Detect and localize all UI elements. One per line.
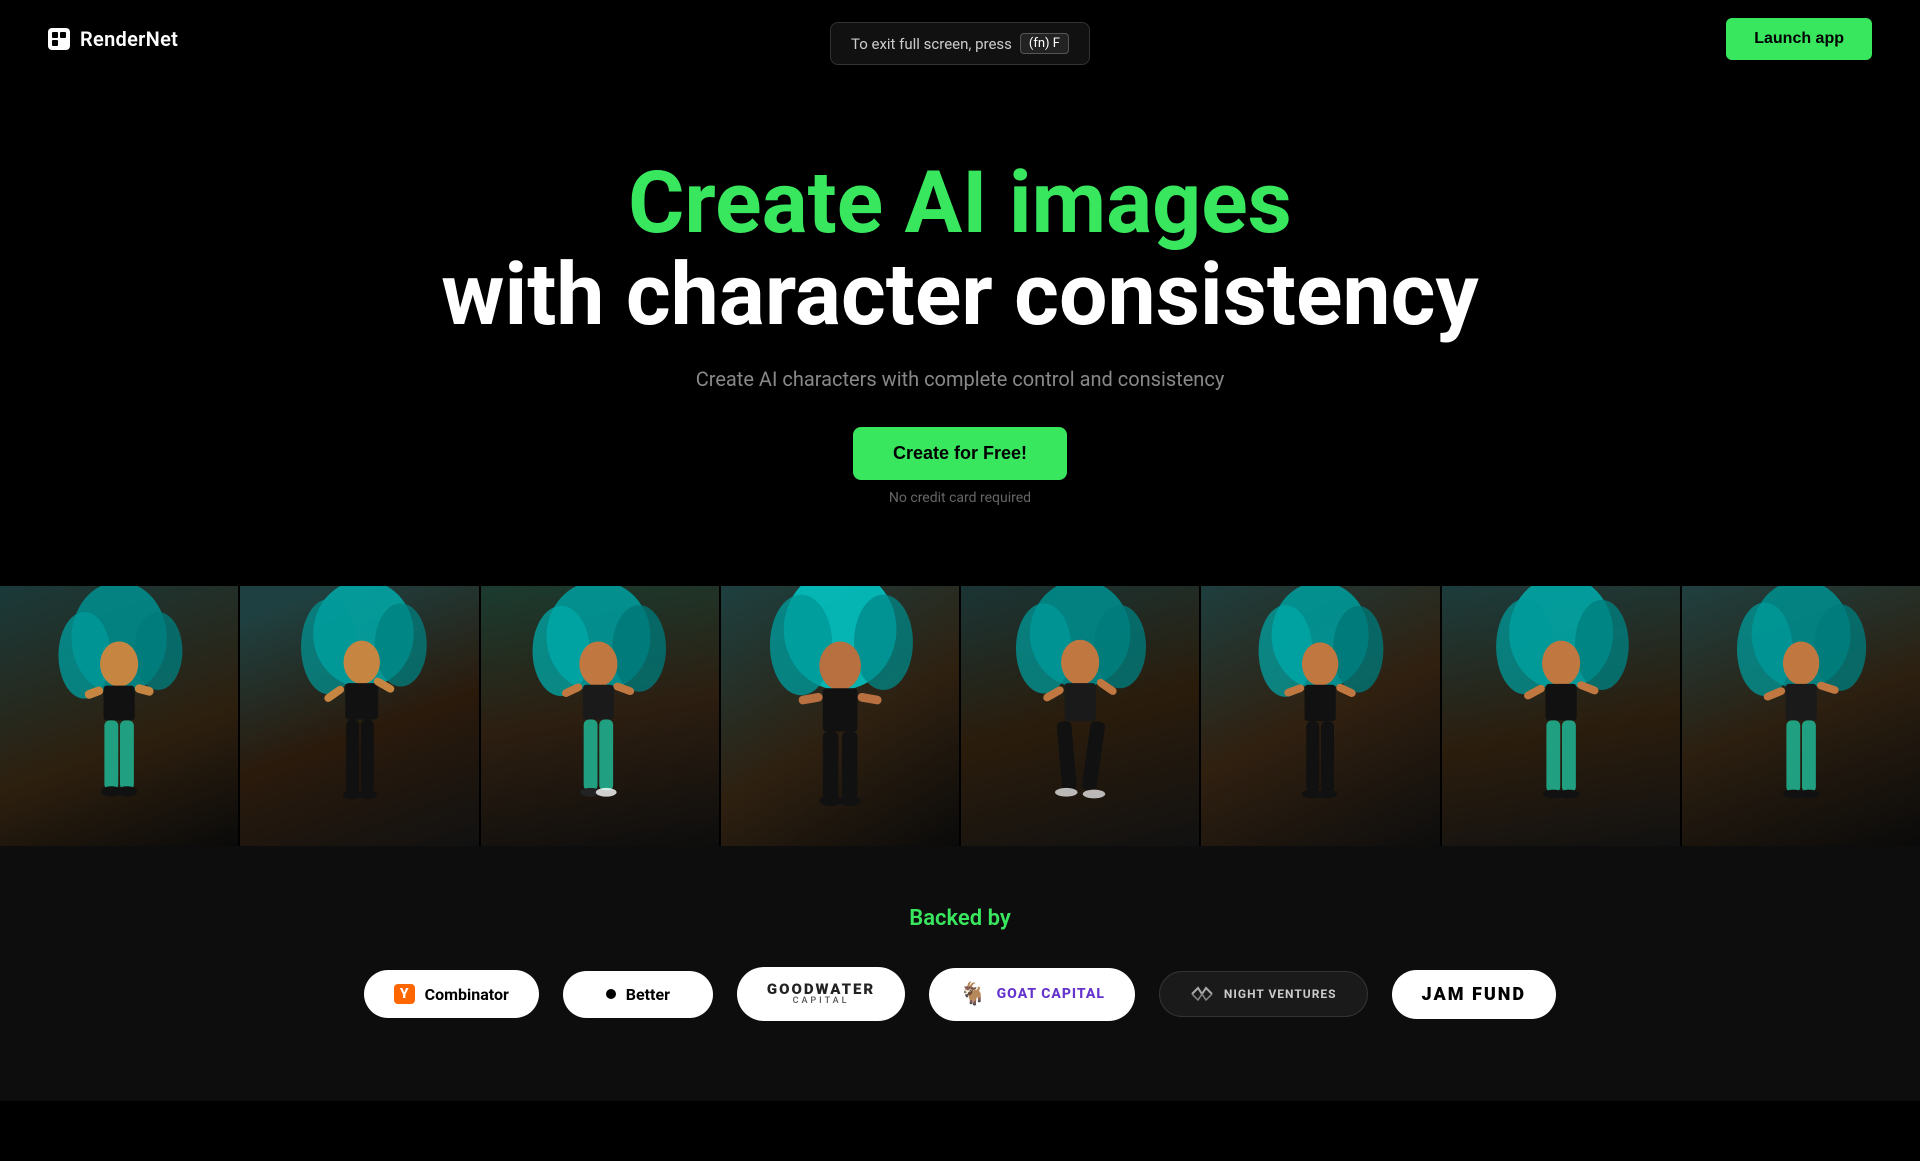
hero-subtitle: Create AI characters with complete contr…	[40, 367, 1880, 391]
dancer-figure-3	[481, 586, 719, 846]
dancer-figure-7	[1442, 586, 1680, 846]
dancer-figure-4	[721, 586, 959, 846]
fullscreen-toast: To exit full screen, press (fn) F	[830, 22, 1090, 65]
backer-goodwater: GOODWATER CAPITAL	[737, 967, 905, 1021]
backed-by-label: Backed by	[40, 906, 1880, 931]
backers-row: Y Combinator Better GOODWATER CAPITAL 🐐 …	[40, 967, 1880, 1021]
strip-image-2	[240, 586, 478, 846]
goat-label: GOAT CAPITAL	[997, 986, 1105, 1002]
toast-text-prefix: To exit full screen, press	[851, 35, 1012, 53]
hero-title-line2: with character consistency	[40, 248, 1880, 343]
hero-title-line1: Create AI images	[40, 158, 1880, 248]
jamfund-label: JAM FUND	[1422, 984, 1527, 1005]
cta-note: No credit card required	[889, 490, 1031, 506]
backer-ycombinator: Y Combinator	[364, 970, 539, 1018]
strip-image-6	[1201, 586, 1439, 846]
dancer-figure-2	[240, 586, 478, 846]
hero-cta-area: Create for Free! No credit card required	[40, 427, 1880, 506]
strip-image-3	[481, 586, 719, 846]
hero-section: Create AI images with character consiste…	[0, 78, 1920, 566]
goodwater-label: GOODWATER	[767, 981, 875, 998]
dancer-figure-6	[1201, 586, 1439, 846]
footer-spacer	[0, 1101, 1920, 1161]
hero-heading: Create AI images with character consiste…	[40, 158, 1880, 343]
strip-image-4	[721, 586, 959, 846]
brand-name: RenderNet	[80, 27, 178, 51]
strip-image-1	[0, 586, 238, 846]
logo: RenderNet	[48, 27, 178, 51]
navbar: RenderNet To exit full screen, press (fn…	[0, 0, 1920, 78]
backer-jamfund: JAM FUND	[1392, 970, 1557, 1019]
strip-image-8	[1682, 586, 1920, 846]
goat-icon: 🐐	[959, 982, 986, 1007]
backer-better: Better	[563, 971, 713, 1018]
dancer-figure-1	[0, 586, 238, 846]
image-strip	[0, 586, 1920, 846]
backer-nightventures: NIGHT VENTURES	[1159, 971, 1368, 1017]
goodwater-sub: CAPITAL	[793, 997, 850, 1007]
launch-app-button[interactable]: Launch app	[1726, 18, 1872, 60]
backer-goatcapital: 🐐 GOAT CAPITAL	[929, 968, 1135, 1021]
toast-key: (fn) F	[1020, 33, 1069, 54]
dancer-figure-8	[1682, 586, 1920, 846]
rendernet-logo-icon	[48, 28, 70, 50]
yc-icon: Y	[394, 984, 415, 1004]
backed-by-section: Backed by Y Combinator Better GOODWATER …	[0, 846, 1920, 1101]
create-free-button[interactable]: Create for Free!	[853, 427, 1067, 480]
nv-label: NIGHT VENTURES	[1224, 987, 1337, 1001]
better-label: Better	[626, 985, 670, 1004]
yc-label: Combinator	[425, 985, 509, 1004]
dancer-figure-5	[961, 586, 1199, 846]
nv-icon	[1190, 986, 1214, 1002]
better-dot-icon	[606, 989, 616, 999]
strip-image-5	[961, 586, 1199, 846]
strip-image-7	[1442, 586, 1680, 846]
